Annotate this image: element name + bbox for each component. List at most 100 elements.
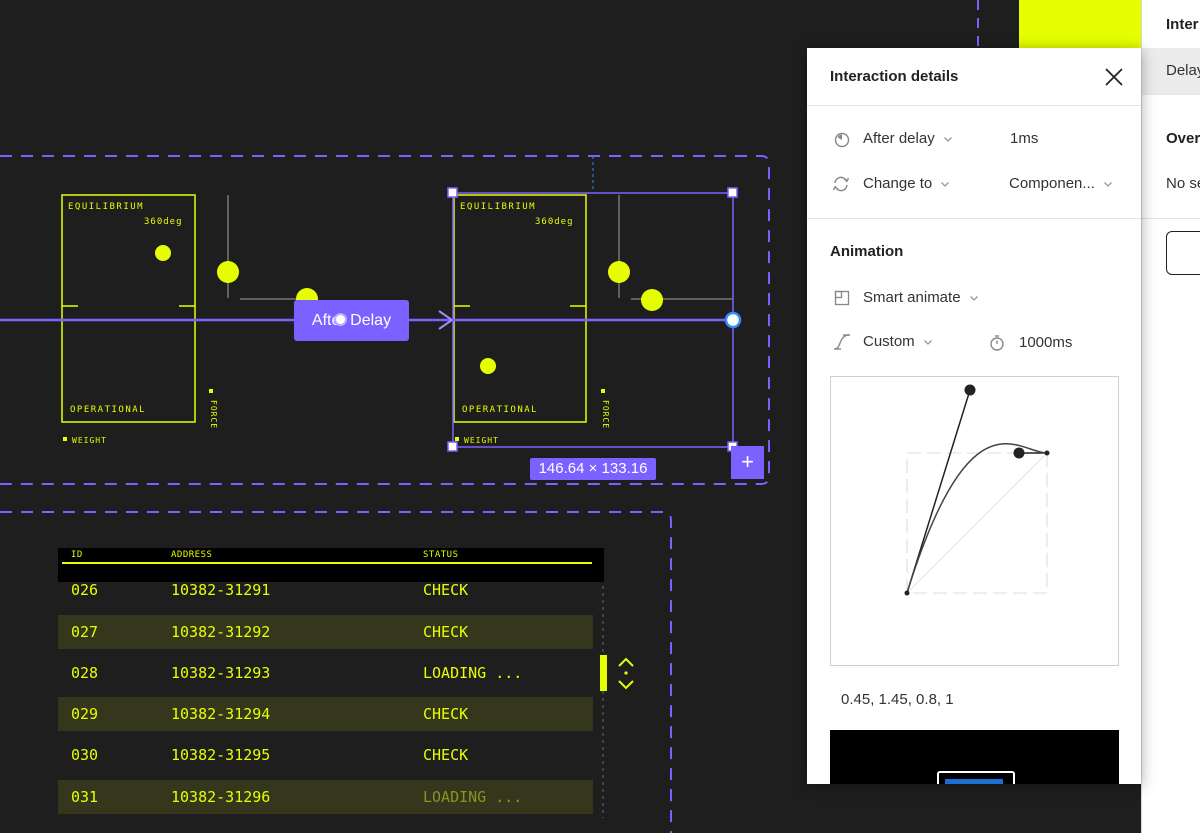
curve-icon <box>834 334 850 350</box>
divider <box>807 218 1141 219</box>
cell-address: 10382-31292 <box>171 623 271 641</box>
table-row[interactable]: 027 10382-31292 CHECK <box>58 615 593 649</box>
chevron-down-icon <box>941 181 950 187</box>
animation-section-title: Animation <box>830 243 904 260</box>
interaction-details-panel: Interaction details After delay 1ms Chan… <box>807 48 1141 784</box>
cell-address: 10382-31295 <box>171 746 271 764</box>
column-header-id: ID <box>71 550 83 560</box>
cell-id: 026 <box>71 581 99 599</box>
connector-label-text: After Delay <box>311 312 392 329</box>
animation-type-dropdown[interactable]: Smart animate <box>863 289 979 306</box>
panel-button[interactable] <box>1166 231 1200 275</box>
connector-label-after-delay[interactable]: After Delay <box>294 300 409 341</box>
cell-address: 10382-31293 <box>171 664 271 682</box>
resize-handle[interactable] <box>447 441 458 452</box>
delay-value: 1ms <box>1010 130 1039 147</box>
table-row[interactable]: 030 10382-31295 CHECK <box>58 738 593 772</box>
chevron-down-icon <box>923 339 932 345</box>
table-row[interactable]: 026 10382-31291 CHECK <box>58 573 593 607</box>
card-right-weight: WEIGHT <box>464 436 499 445</box>
swap-icon <box>832 176 850 192</box>
action-dropdown[interactable]: Change to <box>863 175 950 192</box>
destination-dropdown[interactable]: Componen... <box>1009 175 1113 192</box>
bezier-curve-editor[interactable] <box>830 376 1119 666</box>
gauge-right <box>608 195 733 311</box>
cell-id: 029 <box>71 705 99 723</box>
clock-icon <box>834 132 850 148</box>
cell-address: 10382-31296 <box>171 788 271 806</box>
column-header-address: ADDRESS <box>171 550 213 560</box>
indicator-dot <box>480 358 496 374</box>
gauge-left <box>217 195 318 310</box>
panel-title: Interaction details <box>830 68 959 85</box>
duration-input[interactable]: 1000ms <box>1019 334 1072 351</box>
easing-curve <box>906 443 1048 594</box>
panel-section-value: No se <box>1166 175 1200 192</box>
cell-status: LOADING ... <box>423 664 523 682</box>
bezier-values: 0.45, 1.45, 0.8, 1 <box>841 691 954 708</box>
scroll-dot-icon <box>624 671 628 675</box>
table-row[interactable]: 029 10382-31294 CHECK <box>58 697 593 731</box>
panel-row-label: Delay <box>1166 62 1200 79</box>
connector-drag-knob[interactable] <box>334 313 347 326</box>
card-left-status: OPERATIONAL <box>70 405 146 415</box>
resize-handle[interactable] <box>727 187 738 198</box>
preview-fill <box>945 779 1003 784</box>
card-right-angle: 360deg <box>535 217 574 227</box>
panel-header: Inter <box>1166 16 1199 33</box>
indicator-dot <box>155 245 171 261</box>
animation-preview <box>830 730 1119 784</box>
easing-dropdown[interactable]: Custom <box>863 333 933 350</box>
curve-start-point <box>904 590 910 596</box>
cell-address: 10382-31291 <box>171 581 271 599</box>
delay-input[interactable]: 1ms <box>1010 130 1038 147</box>
cell-status: CHECK <box>423 623 469 641</box>
divider <box>1142 94 1200 95</box>
scroll-up-icon[interactable] <box>618 657 634 667</box>
card-left-angle: 360deg <box>144 217 183 227</box>
scroll-down-icon[interactable] <box>618 680 634 690</box>
card-right-force: FORCE <box>601 400 610 429</box>
card-right-title: EQUILIBRIUM <box>460 202 536 212</box>
trigger-dropdown[interactable]: After delay <box>863 130 953 147</box>
add-interaction-button[interactable]: + <box>731 446 764 479</box>
cell-id: 031 <box>71 788 99 806</box>
cell-status: LOADING ... <box>423 788 523 806</box>
trigger-label: After delay <box>863 130 935 147</box>
cell-status: CHECK <box>423 705 469 723</box>
divider <box>807 105 1141 106</box>
yellow-frame-block[interactable] <box>1019 0 1141 48</box>
panel-section-title: Over <box>1166 130 1200 147</box>
scroll-thumb[interactable] <box>600 655 607 691</box>
panel-selected-row[interactable]: Delay <box>1142 48 1200 94</box>
column-header-status: STATUS <box>423 550 459 560</box>
chevron-down-icon <box>943 136 952 142</box>
table-row[interactable]: 031 10382-31296 LOADING ... <box>58 780 593 814</box>
control-point-2[interactable] <box>1013 447 1025 459</box>
header-divider <box>62 562 592 564</box>
cell-id: 027 <box>71 623 99 641</box>
table-row[interactable]: 028 10382-31293 LOADING ... <box>58 656 593 690</box>
control-point-1[interactable] <box>964 384 976 396</box>
cell-status: CHECK <box>423 746 469 764</box>
chevron-down-icon <box>1103 181 1112 187</box>
curve-end-point <box>1044 450 1050 456</box>
cell-status: CHECK <box>423 581 469 599</box>
cell-id: 030 <box>71 746 99 764</box>
card-left-weight: WEIGHT <box>72 436 107 445</box>
animation-type-label: Smart animate <box>863 289 961 306</box>
cell-address: 10382-31294 <box>171 705 271 723</box>
resize-handle[interactable] <box>447 187 458 198</box>
smart-animate-icon <box>834 290 850 306</box>
close-icon[interactable] <box>1103 66 1125 88</box>
destination-value: Componen... <box>1009 175 1095 192</box>
properties-panel: Inter Delay Over No se <box>1141 0 1200 833</box>
card-left-title: EQUILIBRIUM <box>68 202 144 212</box>
cell-id: 028 <box>71 664 99 682</box>
timer-icon <box>990 335 1004 351</box>
card-right-status: OPERATIONAL <box>462 405 538 415</box>
chevron-down-icon <box>969 295 978 301</box>
connection-handle[interactable] <box>724 311 742 329</box>
dimension-label: 146.64 × 133.16 <box>530 458 656 480</box>
easing-label: Custom <box>863 333 915 350</box>
